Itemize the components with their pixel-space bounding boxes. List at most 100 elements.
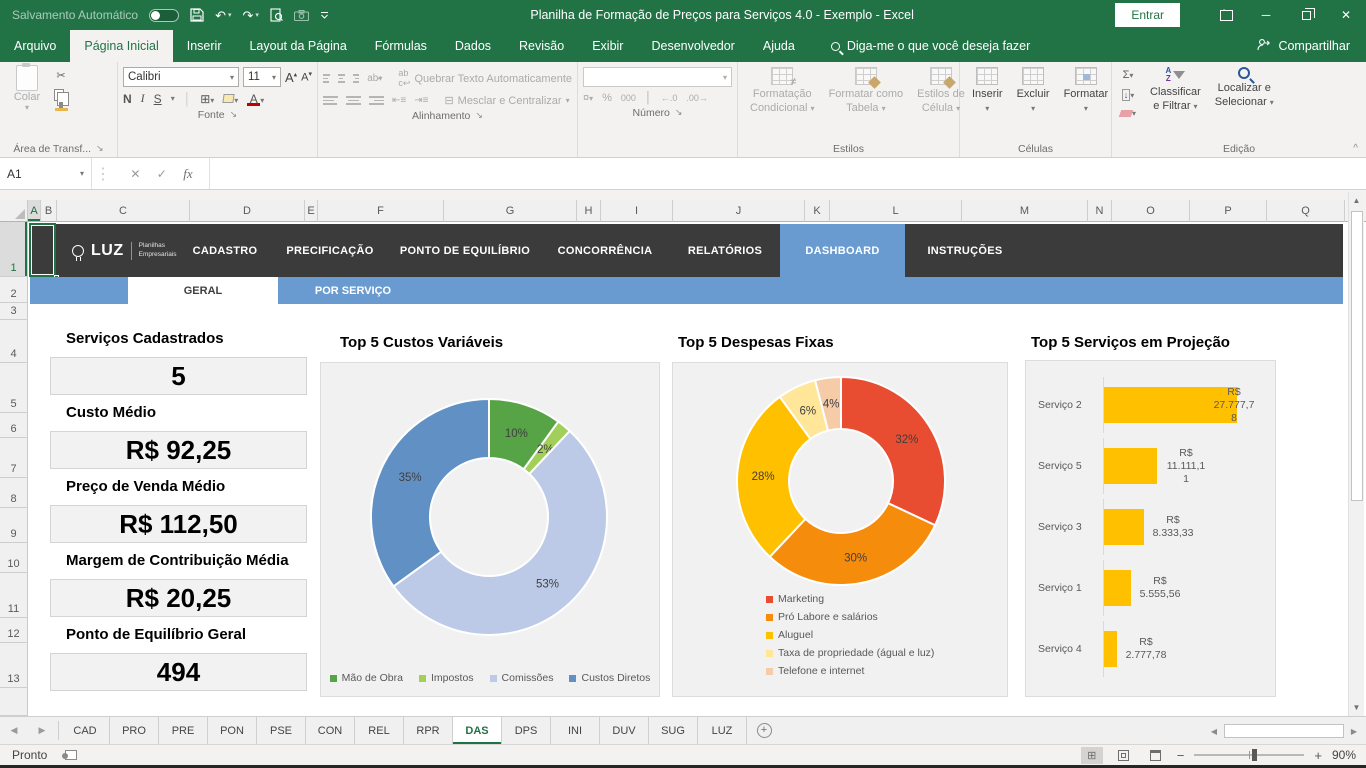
scroll-right-icon[interactable]: ▶ [1346,723,1362,739]
nav-item-concorr-ncia[interactable]: CONCORRÊNCIA [540,224,670,277]
decrease-decimal-button[interactable]: .00→ [686,93,708,103]
bar-4[interactable] [1104,630,1117,667]
row-header-6[interactable]: 6 [0,413,28,438]
bar-2[interactable] [1104,508,1144,545]
tab-revisao[interactable]: Revisão [505,30,578,62]
column-header-P[interactable]: P [1190,200,1267,222]
tab-desenvolvedor[interactable]: Desenvolvedor [637,30,748,62]
font-color-button[interactable]: A ▾ [247,92,264,106]
sheet-tab-cad[interactable]: CAD [61,717,110,744]
nav-item-ponto-de-equil-brio[interactable]: PONTO DE EQUILÍBRIO [390,224,540,277]
column-header-B[interactable]: B [41,200,57,222]
camera-icon[interactable] [293,9,309,21]
name-box[interactable]: A1 ▾ [0,158,92,189]
sheet-tab-das[interactable]: DAS [453,717,502,744]
zoom-level-label[interactable]: 90% [1332,748,1356,762]
sheet-nav-right-icon[interactable]: ▶ [28,717,56,744]
format-cells-button[interactable]: Formatar ▾ [1057,65,1116,118]
cancel-entry-icon[interactable]: ✕ [130,167,140,181]
scroll-down-icon[interactable]: ▼ [1349,699,1364,716]
redo-icon[interactable]: ↷ ▾ [243,9,259,22]
collapse-ribbon-icon[interactable]: ^ [1353,143,1358,154]
decrease-indent-icon[interactable]: ⇤≡ [392,95,406,106]
zoom-slider[interactable] [1194,749,1305,761]
orientation-button[interactable]: ab̷▾ [367,73,382,84]
row-header-3[interactable]: 3 [0,303,28,320]
sheet-tab-sug[interactable]: SUG [649,717,698,744]
sheet-tab-pro[interactable]: PRO [110,717,159,744]
paste-button[interactable]: Colar ▾ [5,63,49,112]
align-middle-icon[interactable] [337,74,345,83]
column-header-G[interactable]: G [444,200,577,222]
align-bottom-icon[interactable] [352,74,360,83]
number-format-select[interactable]: ▾ [583,67,732,87]
row-header-5[interactable]: 5 [0,363,28,413]
column-header-M[interactable]: M [962,200,1088,222]
select-all-corner[interactable] [0,200,28,222]
autosave-toggle[interactable] [149,8,180,22]
delete-cells-button[interactable]: Excluir ▾ [1010,65,1057,118]
comma-style-button[interactable]: 000 [621,93,636,103]
tab-pagina-inicial[interactable]: Página Inicial [70,30,173,62]
horizontal-scrollbar[interactable]: ◀ ▶ [1206,721,1362,741]
fill-color-button[interactable]: ▾ [222,92,238,106]
clear-button[interactable]: ▾ [1117,107,1139,120]
vertical-scrollbar[interactable]: ▲ ▼ [1348,192,1364,716]
sheet-tab-luz[interactable]: LUZ [698,717,747,744]
nav-item-cadastro[interactable]: CADASTRO [180,224,270,277]
row-header-9[interactable]: 9 [0,508,28,543]
formula-input[interactable] [210,158,1366,189]
row-header-7[interactable]: 7 [0,438,28,478]
tab-dados[interactable]: Dados [441,30,505,62]
zoom-out-button[interactable]: − [1177,748,1185,763]
new-sheet-button[interactable]: + [747,717,781,744]
align-center-icon[interactable] [346,96,361,105]
chart-card-despesas-fixas[interactable]: 32% 30% 28% 6% 4% Marketing Pró Labore e salá… [672,362,1008,697]
row-header-10[interactable]: 10 [0,543,28,573]
sheet-tab-con[interactable]: CON [306,717,355,744]
cut-button[interactable]: ✂ [51,67,71,84]
undo-icon[interactable]: ↶ ▾ [215,9,231,22]
tell-me-search[interactable]: Diga-me o que você deseja fazer [830,30,1030,62]
scroll-left-icon[interactable]: ◀ [1206,723,1222,739]
sort-filter-button[interactable]: AZ Classificar e Filtrar ▾ [1143,65,1208,116]
insert-cells-button[interactable]: Inserir ▾ [965,65,1010,118]
sheet-tab-dps[interactable]: DPS [502,717,551,744]
accounting-format-button[interactable]: ¤▾ [583,92,593,104]
row-header-11[interactable]: 11 [0,573,28,618]
increase-font-icon[interactable]: A▴ [285,70,297,85]
row-header-4[interactable]: 4 [0,320,28,363]
bar-3[interactable] [1104,569,1131,606]
confirm-entry-icon[interactable]: ✓ [157,167,167,181]
column-header-K[interactable]: K [805,200,830,222]
zoom-in-button[interactable]: + [1314,748,1322,763]
page-layout-view-button[interactable] [1113,747,1135,764]
minimize-button[interactable]: ─ [1246,0,1286,30]
tab-inserir[interactable]: Inserir [173,30,236,62]
increase-indent-icon[interactable]: ⇥≡ [414,95,428,106]
merge-center-button[interactable]: ⊟ Mesclar e Centralizar ▾ [444,94,569,108]
column-header-O[interactable]: O [1112,200,1190,222]
qat-customize-icon[interactable] [320,11,329,20]
donut-custos-variaveis-slice-3[interactable] [370,397,490,588]
subtab-por-servi-o[interactable]: POR SERVIÇO [278,277,428,304]
vertical-scroll-thumb[interactable] [1350,211,1363,501]
page-break-view-button[interactable] [1145,747,1167,764]
chart-card-servicos-projecao[interactable]: Serviço 2 R$ 27.777,7 8 Serviço 5 R$ 11.111,1 1… [1025,360,1276,697]
donut-despesas-fixas-slice-0[interactable] [840,375,946,527]
record-macro-icon[interactable] [62,750,78,760]
scroll-up-icon[interactable]: ▲ [1349,192,1364,209]
column-header-N[interactable]: N [1088,200,1112,222]
insert-function-icon[interactable]: fx [183,166,192,182]
nav-item-dashboard[interactable]: DASHBOARD [780,224,905,277]
column-header-D[interactable]: D [190,200,305,222]
restore-button[interactable] [1286,0,1326,30]
column-header-L[interactable]: L [830,200,962,222]
column-header-H[interactable]: H [577,200,601,222]
decrease-font-icon[interactable]: A▾ [301,70,312,84]
share-button[interactable]: Compartilhar [1257,30,1366,62]
sheet-tab-ini[interactable]: INI [551,717,600,744]
save-icon[interactable] [190,8,204,22]
align-right-icon[interactable] [369,96,384,105]
normal-view-button[interactable]: ⊞ [1080,746,1103,764]
